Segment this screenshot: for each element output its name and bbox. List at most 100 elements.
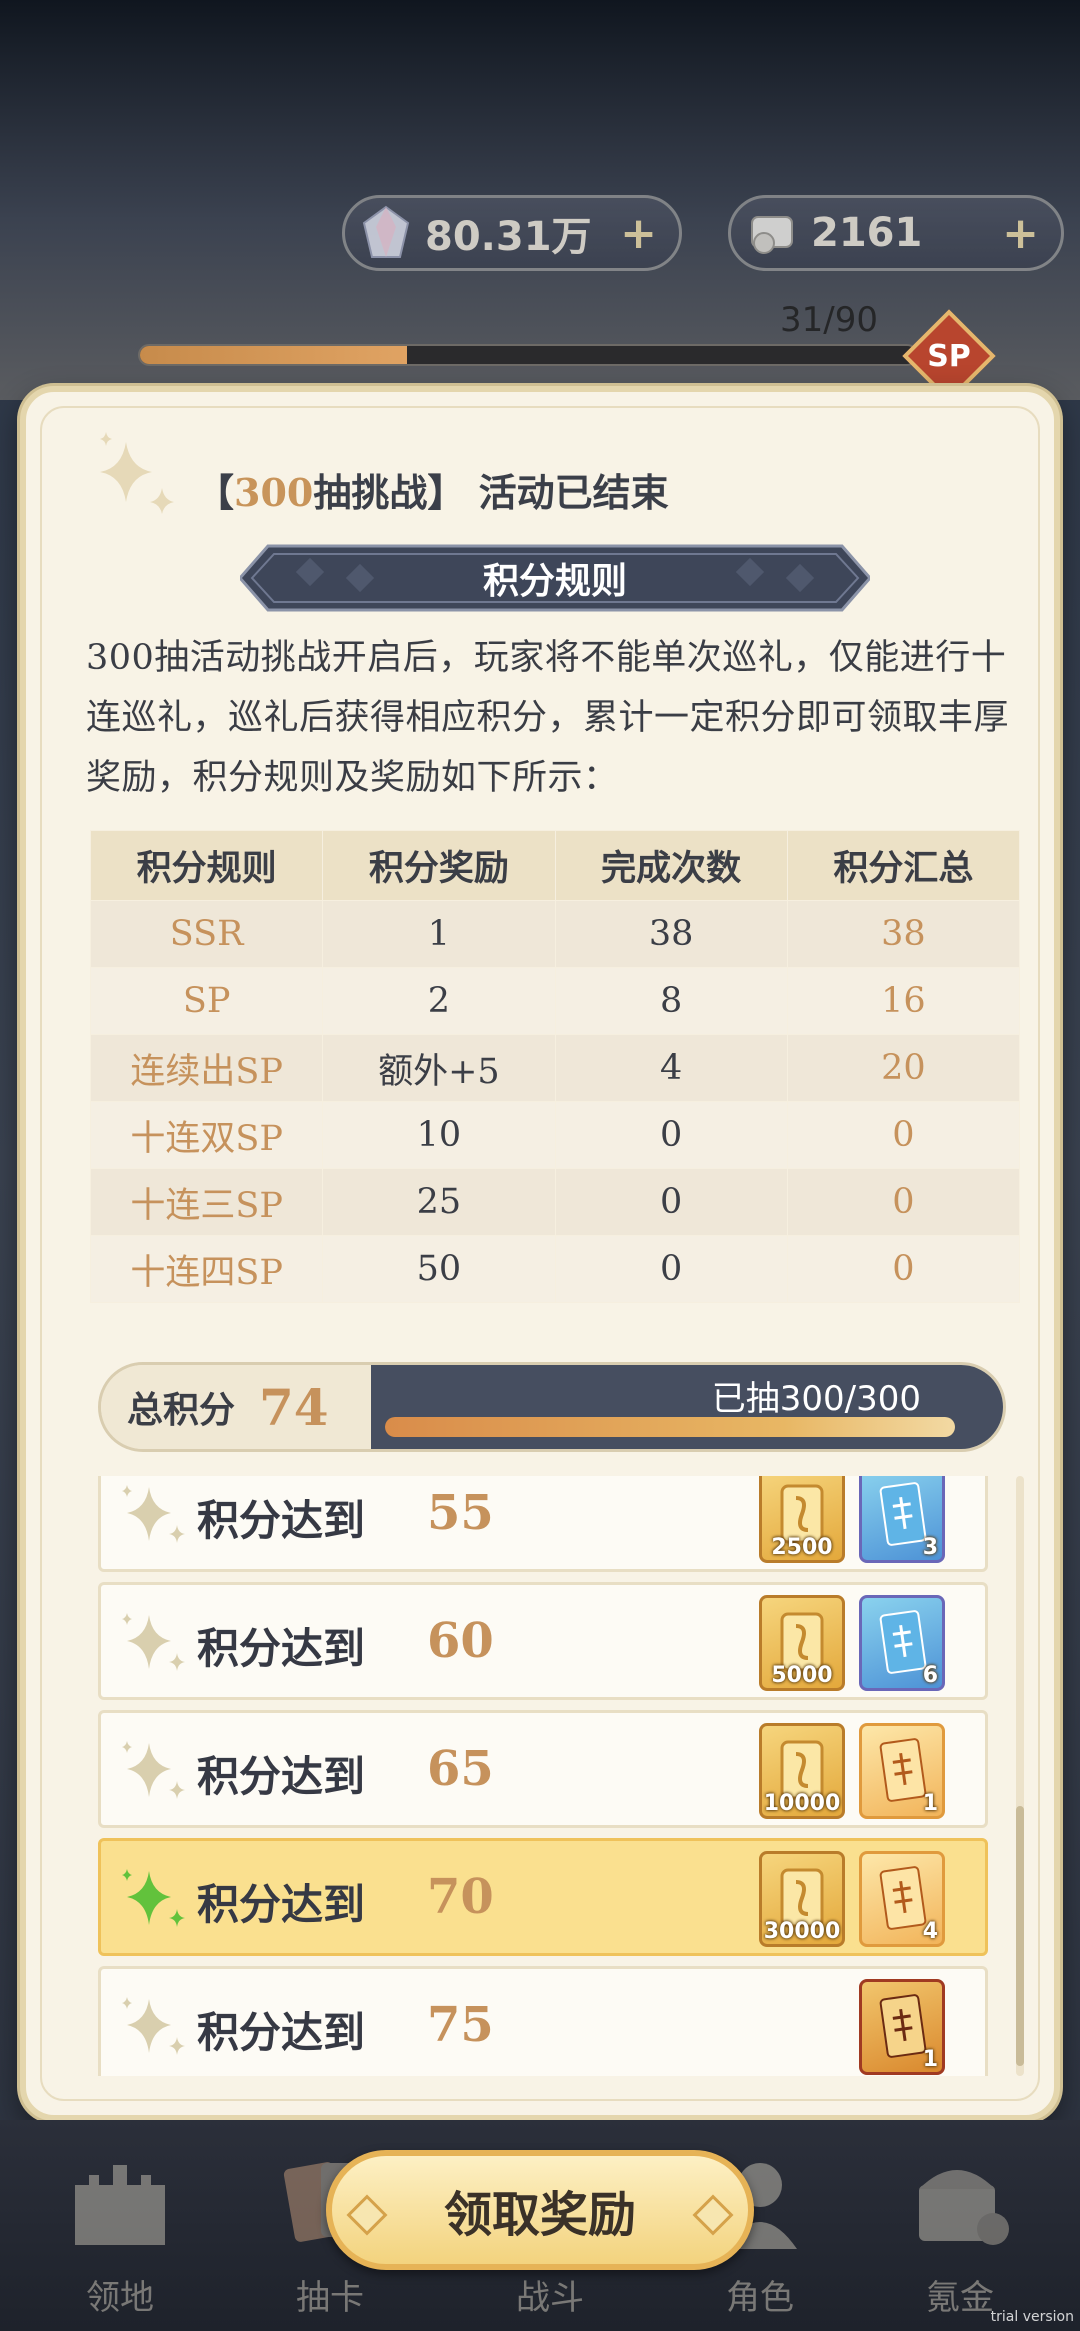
- gem-icon: [351, 198, 421, 268]
- table-row: SSR 1 38 38: [89, 900, 1021, 968]
- voucher-card-item[interactable]: 6: [859, 1595, 945, 1691]
- reward-list[interactable]: 积分达到 55 2500 3 积分达到 60 5000 6 积分达到 65 10000 1 积分达到 70…: [98, 1476, 998, 2076]
- rule-cell: 十连双SP: [89, 1101, 324, 1169]
- nav-shop[interactable]: 氪金: [890, 2140, 1030, 2330]
- table-header: 完成次数: [554, 830, 788, 901]
- voucher-card-item[interactable]: 4: [859, 1851, 945, 1947]
- reward-threshold-score: 70: [427, 1869, 494, 1925]
- voucher-card-item[interactable]: 1: [859, 1979, 945, 2075]
- reward-cell: 2: [322, 967, 556, 1035]
- add-ticket-icon[interactable]: +: [1002, 208, 1039, 259]
- table-row: 连续出SP 额外+5 4 20: [89, 1034, 1021, 1102]
- add-gem-icon[interactable]: +: [620, 208, 657, 259]
- gold-coin-card-item[interactable]: 10000: [759, 1723, 845, 1819]
- item-quantity: 1: [922, 2047, 938, 2072]
- gem-currency[interactable]: 80.31万 +: [342, 195, 682, 271]
- sparkle-icon: [115, 1993, 195, 2067]
- draw-progress-fill: [385, 1417, 955, 1437]
- item-quantity: 5000: [771, 1663, 833, 1688]
- gold-coin-card-item[interactable]: 2500: [759, 1476, 845, 1563]
- rule-cell: SSR: [89, 900, 324, 968]
- pity-progress-fill: [140, 346, 407, 364]
- nav-label: 领地: [86, 2278, 154, 2318]
- table-row: 十连双SP 10 0 0: [89, 1101, 1021, 1169]
- reward-threshold-label: 积分达到: [197, 1624, 366, 1673]
- treasure-chest-icon: [900, 2140, 1020, 2260]
- draw-count-text: 已抽300/300: [711, 1379, 921, 1419]
- reward-row[interactable]: 积分达到 75 1: [98, 1966, 988, 2076]
- count-cell: 38: [554, 900, 788, 968]
- rule-cell: 十连三SP: [89, 1168, 324, 1236]
- nav-label: 抽卡: [296, 2278, 364, 2318]
- reward-list-scrollbar[interactable]: [1016, 1476, 1024, 2076]
- button-deco-left-icon: [346, 2194, 388, 2236]
- reward-row[interactable]: 积分达到 60 5000 6: [98, 1582, 988, 1700]
- ticket-currency[interactable]: 2161 +: [728, 195, 1064, 271]
- count-cell: 8: [554, 967, 788, 1035]
- claim-reward-label: 领取奖励: [443, 2187, 636, 2243]
- score-rules-table: 积分规则 积分奖励 完成次数 积分汇总 SSR 1 38 38 SP 2 8 1…: [89, 830, 1021, 1303]
- total-score-value: 74: [259, 1377, 329, 1437]
- gem-value: 80.31万: [425, 214, 592, 260]
- button-deco-right-icon: [692, 2194, 734, 2236]
- castle-icon: [60, 2140, 180, 2260]
- nav-label: 氪金: [926, 2278, 994, 2318]
- green-sparkle-icon: [115, 1865, 195, 1939]
- rule-cell: SP: [89, 967, 324, 1035]
- sparkle-icon: [115, 1481, 195, 1555]
- sparkle-icon: [115, 1737, 195, 1811]
- count-cell: 0: [554, 1168, 788, 1236]
- rules-banner-label: 积分规则: [482, 560, 627, 602]
- nav-label: 战斗: [516, 2278, 584, 2318]
- nav-territory[interactable]: 领地: [50, 2140, 190, 2330]
- pity-progress-bar: [138, 344, 918, 366]
- item-quantity: 30000: [763, 1919, 841, 1944]
- claim-reward-button[interactable]: 领取奖励: [326, 2150, 754, 2270]
- item-quantity: 4: [922, 1919, 938, 1944]
- total-cell: 0: [786, 1235, 1021, 1303]
- total-cell: 16: [786, 967, 1021, 1035]
- reward-threshold-score: 65: [427, 1741, 494, 1797]
- reward-cell: 额外+5: [322, 1034, 556, 1102]
- count-cell: 0: [554, 1235, 788, 1303]
- voucher-card-item[interactable]: 1: [859, 1723, 945, 1819]
- reward-row[interactable]: 积分达到 65 10000 1: [98, 1710, 988, 1828]
- sparkle-icon: [86, 432, 186, 536]
- pity-counter: 31/90: [780, 300, 878, 340]
- item-quantity: 6: [922, 1663, 938, 1688]
- table-header-row: 积分规则 积分奖励 完成次数 积分汇总: [89, 830, 1021, 901]
- gold-coin-card-item[interactable]: 5000: [759, 1595, 845, 1691]
- reward-row[interactable]: 积分达到 70 30000 4: [98, 1838, 988, 1956]
- table-row: 十连四SP 50 0 0: [89, 1235, 1021, 1303]
- challenge-dialog: 【300抽挑战】 活动已结束 积分规则 300抽活动挑战开启后，玩家将不能单次巡…: [20, 386, 1060, 2121]
- nav-label: 角色: [726, 2278, 794, 2318]
- item-quantity: 10000: [763, 1791, 841, 1816]
- reward-threshold-score: 60: [427, 1613, 494, 1669]
- ticket-value: 2161: [811, 210, 923, 256]
- sparkle-icon: [115, 1609, 195, 1683]
- item-quantity: 2500: [771, 1535, 833, 1560]
- reward-threshold-label: 积分达到: [197, 1496, 366, 1545]
- reward-threshold-score: 75: [427, 1997, 494, 2053]
- table-row: SP 2 8 16: [89, 967, 1021, 1035]
- rule-cell: 连续出SP: [89, 1034, 324, 1102]
- scrollbar-thumb[interactable]: [1016, 1806, 1024, 2066]
- count-cell: 4: [554, 1034, 788, 1102]
- reward-threshold-label: 积分达到: [197, 2008, 366, 2057]
- reward-threshold-label: 积分达到: [197, 1880, 366, 1929]
- total-cell: 20: [786, 1034, 1021, 1102]
- rule-cell: 十连四SP: [89, 1235, 324, 1303]
- reward-threshold-label: 积分达到: [197, 1752, 366, 1801]
- sp-badge: SP: [908, 315, 990, 397]
- gold-coin-card-item[interactable]: 30000: [759, 1851, 845, 1947]
- rules-banner: 积分规则: [238, 542, 872, 614]
- reward-cell: 10: [322, 1101, 556, 1169]
- rules-description: 300抽活动挑战开启后，玩家将不能单次巡礼，仅能进行十连巡礼，巡礼后获得相应积分…: [86, 638, 1010, 798]
- scroll-ticket-icon: [737, 198, 807, 268]
- voucher-card-item[interactable]: 3: [859, 1476, 945, 1563]
- reward-row[interactable]: 积分达到 55 2500 3: [98, 1476, 988, 1572]
- total-score-label: 总积分: [127, 1389, 236, 1431]
- item-quantity: 3: [922, 1535, 938, 1560]
- total-cell: 0: [786, 1101, 1021, 1169]
- total-cell: 38: [786, 900, 1021, 968]
